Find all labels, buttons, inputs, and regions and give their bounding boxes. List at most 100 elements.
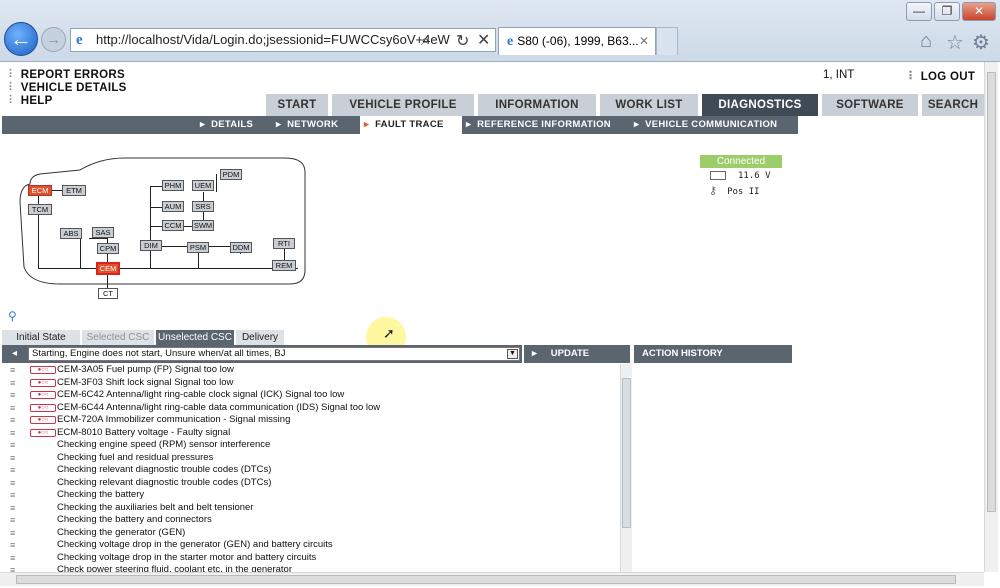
minimize-button[interactable]: — bbox=[906, 2, 932, 21]
grip-icon: ⠇ bbox=[908, 71, 917, 83]
srs-module[interactable]: SRS bbox=[192, 201, 214, 212]
ecm-module[interactable]: ECM bbox=[28, 185, 52, 196]
tab-software[interactable]: SOFTWARE bbox=[822, 94, 918, 116]
cem-module[interactable]: CEM bbox=[96, 262, 120, 275]
ct-module[interactable]: CT bbox=[98, 288, 118, 299]
tab-delivery[interactable]: Delivery bbox=[236, 330, 284, 345]
tab-title: S80 (-06), 1999, B63... bbox=[517, 34, 639, 48]
scroll-thumb[interactable] bbox=[622, 378, 631, 528]
chevron-down-icon[interactable]: ▼ bbox=[507, 349, 518, 359]
ie-logo-icon: e bbox=[507, 34, 514, 49]
subtab-reference-information[interactable]: ▸ REFERENCE INFORMATION bbox=[466, 116, 630, 134]
sas-module[interactable]: SAS bbox=[92, 227, 114, 238]
cpm-module[interactable]: CPM bbox=[97, 243, 119, 254]
symptom-bar: ◂ Starting, Engine does not start, Unsur… bbox=[2, 345, 522, 363]
update-button[interactable]: ▸ UPDATE bbox=[524, 345, 630, 363]
psm-module[interactable]: PSM bbox=[187, 242, 209, 253]
page-scroll-thumb[interactable] bbox=[987, 72, 996, 512]
tab-search[interactable]: SEARCH bbox=[922, 94, 984, 116]
subtab-network[interactable]: ▸ NETWORK bbox=[276, 116, 356, 134]
car-outline bbox=[19, 157, 306, 285]
report-errors-link[interactable]: ⠇ REPORT ERRORS bbox=[8, 67, 125, 81]
subtab-details-label: DETAILS bbox=[211, 119, 254, 130]
bus-wire bbox=[52, 190, 62, 191]
vida-page: ⠇ REPORT ERRORS ⠇ VEHICLE DETAILS ⠇ HELP 1,… bbox=[0, 62, 1000, 588]
collapse-arrow-icon[interactable]: ◂ bbox=[12, 345, 17, 363]
key-position: Pos II bbox=[727, 187, 760, 197]
abs-module[interactable]: ABS bbox=[60, 228, 82, 239]
tab-unselected-csc[interactable]: Unselected CSC bbox=[156, 330, 234, 345]
maximize-button[interactable]: ❐ bbox=[934, 2, 960, 21]
connected-badge: Connected bbox=[700, 155, 782, 168]
help-link[interactable]: ⠇ HELP bbox=[8, 93, 53, 107]
help-label: HELP bbox=[20, 95, 53, 107]
pdm-module[interactable]: PDM bbox=[220, 169, 242, 180]
tcm-module[interactable]: TCM bbox=[28, 204, 52, 215]
dtc-icon: ●○○ bbox=[30, 416, 56, 424]
uem-module[interactable]: UEM bbox=[192, 180, 214, 191]
battery-icon bbox=[710, 171, 726, 180]
home-icon[interactable]: ⌂ bbox=[920, 30, 932, 53]
action-history-panel bbox=[634, 364, 792, 580]
update-label: UPDATE bbox=[550, 348, 590, 359]
ie-logo-icon: e bbox=[76, 32, 83, 48]
bus-wire bbox=[216, 174, 217, 192]
dtc-icon: ●○○ bbox=[30, 378, 56, 387]
browser-tab[interactable]: e S80 (-06), 1999, B63... ✕ bbox=[498, 27, 656, 55]
ddm-module[interactable]: DDM bbox=[230, 242, 252, 253]
user-name: 1, INT bbox=[823, 69, 855, 81]
symptom-select[interactable]: Starting, Engine does not start, Unsure … bbox=[28, 347, 520, 361]
list-scrollbar[interactable] bbox=[620, 364, 632, 580]
logout-link[interactable]: ⠇ LOG OUT bbox=[908, 69, 975, 83]
stop-icon[interactable]: ✕ bbox=[477, 30, 490, 50]
tab-selected-csc[interactable]: Selected CSC bbox=[82, 330, 154, 345]
bus-wire bbox=[80, 238, 81, 268]
key-icon: ⚷ bbox=[709, 184, 718, 197]
tab-information[interactable]: INFORMATION bbox=[478, 94, 596, 116]
h-scroll-thumb[interactable] bbox=[16, 575, 956, 584]
ccm-module[interactable]: CCM bbox=[162, 220, 184, 231]
sub-tab-bar: ▸ DETAILS ▸ NETWORK ▸ FAULT TRACE ▸ REFERENC… bbox=[2, 116, 798, 134]
tab-initial-state[interactable]: Initial State bbox=[2, 330, 80, 345]
connection-status: Connected 11.6 V ⚷ Pos II bbox=[700, 155, 782, 197]
phm-module[interactable]: PHM bbox=[162, 180, 184, 191]
horizontal-scrollbar[interactable] bbox=[0, 572, 984, 586]
subtab-vehicle-communication-label: VEHICLE COMMUNICATION bbox=[645, 119, 778, 130]
tools-icon[interactable]: ⚙ bbox=[972, 30, 990, 55]
dim-module[interactable]: DIM bbox=[140, 240, 162, 251]
address-bar[interactable]: e http://localhost/Vida/Login.do;jsession… bbox=[70, 28, 496, 52]
tab-vehicle-profile[interactable]: VEHICLE PROFILE bbox=[332, 94, 474, 116]
rti-module[interactable]: RTI bbox=[273, 238, 295, 249]
swm-module[interactable]: SWM bbox=[192, 220, 214, 231]
favorites-icon[interactable]: ☆ bbox=[946, 30, 964, 55]
tab-start[interactable]: START bbox=[266, 94, 328, 116]
bus-wire bbox=[38, 268, 298, 269]
page-scrollbar[interactable] bbox=[984, 62, 998, 572]
rem-module[interactable]: REM bbox=[272, 260, 296, 271]
back-icon[interactable]: ← bbox=[4, 22, 38, 56]
close-window-button[interactable]: ✕ bbox=[962, 2, 996, 21]
action-history-label: ACTION HISTORY bbox=[642, 348, 723, 359]
subtab-vehicle-communication[interactable]: ▸ VEHICLE COMMUNICATION bbox=[634, 116, 794, 134]
refresh-icon[interactable]: ↻ bbox=[456, 31, 469, 51]
search-icon[interactable]: ⌕ bbox=[421, 32, 429, 49]
play-icon: ▸ bbox=[532, 348, 537, 359]
dtc-icon: ●○○ bbox=[30, 366, 56, 374]
subtab-fault-trace[interactable]: ▸ FAULT TRACE bbox=[360, 116, 462, 134]
subtab-fault-trace-label: FAULT TRACE bbox=[375, 119, 444, 130]
vehicle-details-link[interactable]: ⠇ VEHICLE DETAILS bbox=[8, 80, 127, 94]
mouse-cursor-icon: ➚ bbox=[383, 325, 395, 341]
action-history-header: ACTION HISTORY bbox=[634, 345, 792, 363]
pin-icon[interactable]: ⚲ bbox=[8, 309, 17, 323]
logout-label: LOG OUT bbox=[920, 71, 976, 83]
dtc-icon: ●○○ bbox=[30, 403, 56, 412]
aum-module[interactable]: AUM bbox=[162, 201, 184, 212]
forward-icon[interactable]: → bbox=[41, 27, 66, 52]
key-row: ⚷ Pos II bbox=[700, 184, 782, 197]
tab-close-icon[interactable]: ✕ bbox=[639, 28, 649, 54]
tab-diagnostics[interactable]: DIAGNOSTICS bbox=[702, 94, 818, 116]
subtab-details[interactable]: ▸ DETAILS bbox=[200, 116, 272, 134]
new-tab-button[interactable] bbox=[656, 27, 678, 55]
etm-module[interactable]: ETM bbox=[62, 185, 86, 196]
tab-work-list[interactable]: WORK LIST bbox=[600, 94, 698, 116]
